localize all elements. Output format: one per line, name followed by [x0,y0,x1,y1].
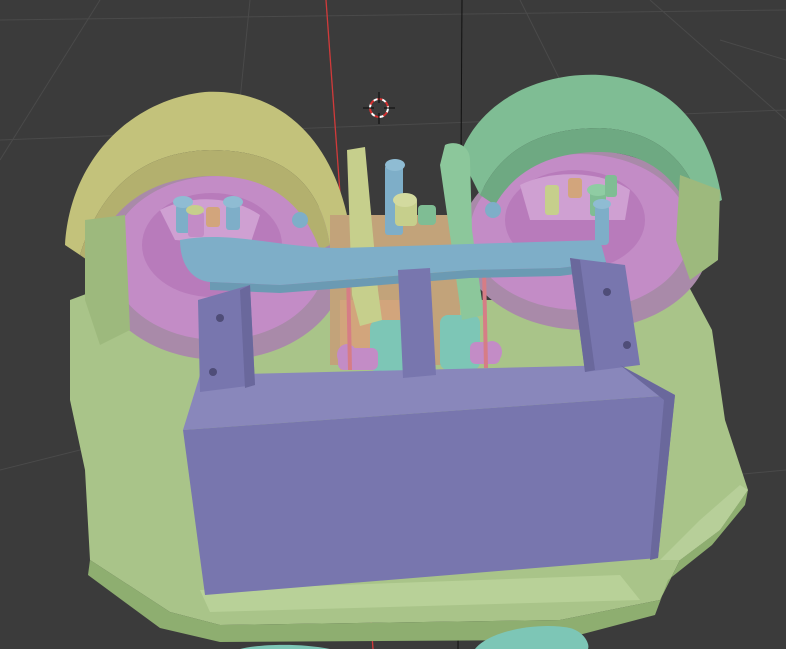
3d-viewport[interactable] [0,0,786,649]
purple-box-center-post [398,268,436,378]
3d-cursor-icon[interactable] [363,92,395,124]
pink-rod-right [482,267,488,369]
viewport-canvas[interactable] [0,0,786,649]
model-assembly[interactable] [65,74,748,649]
